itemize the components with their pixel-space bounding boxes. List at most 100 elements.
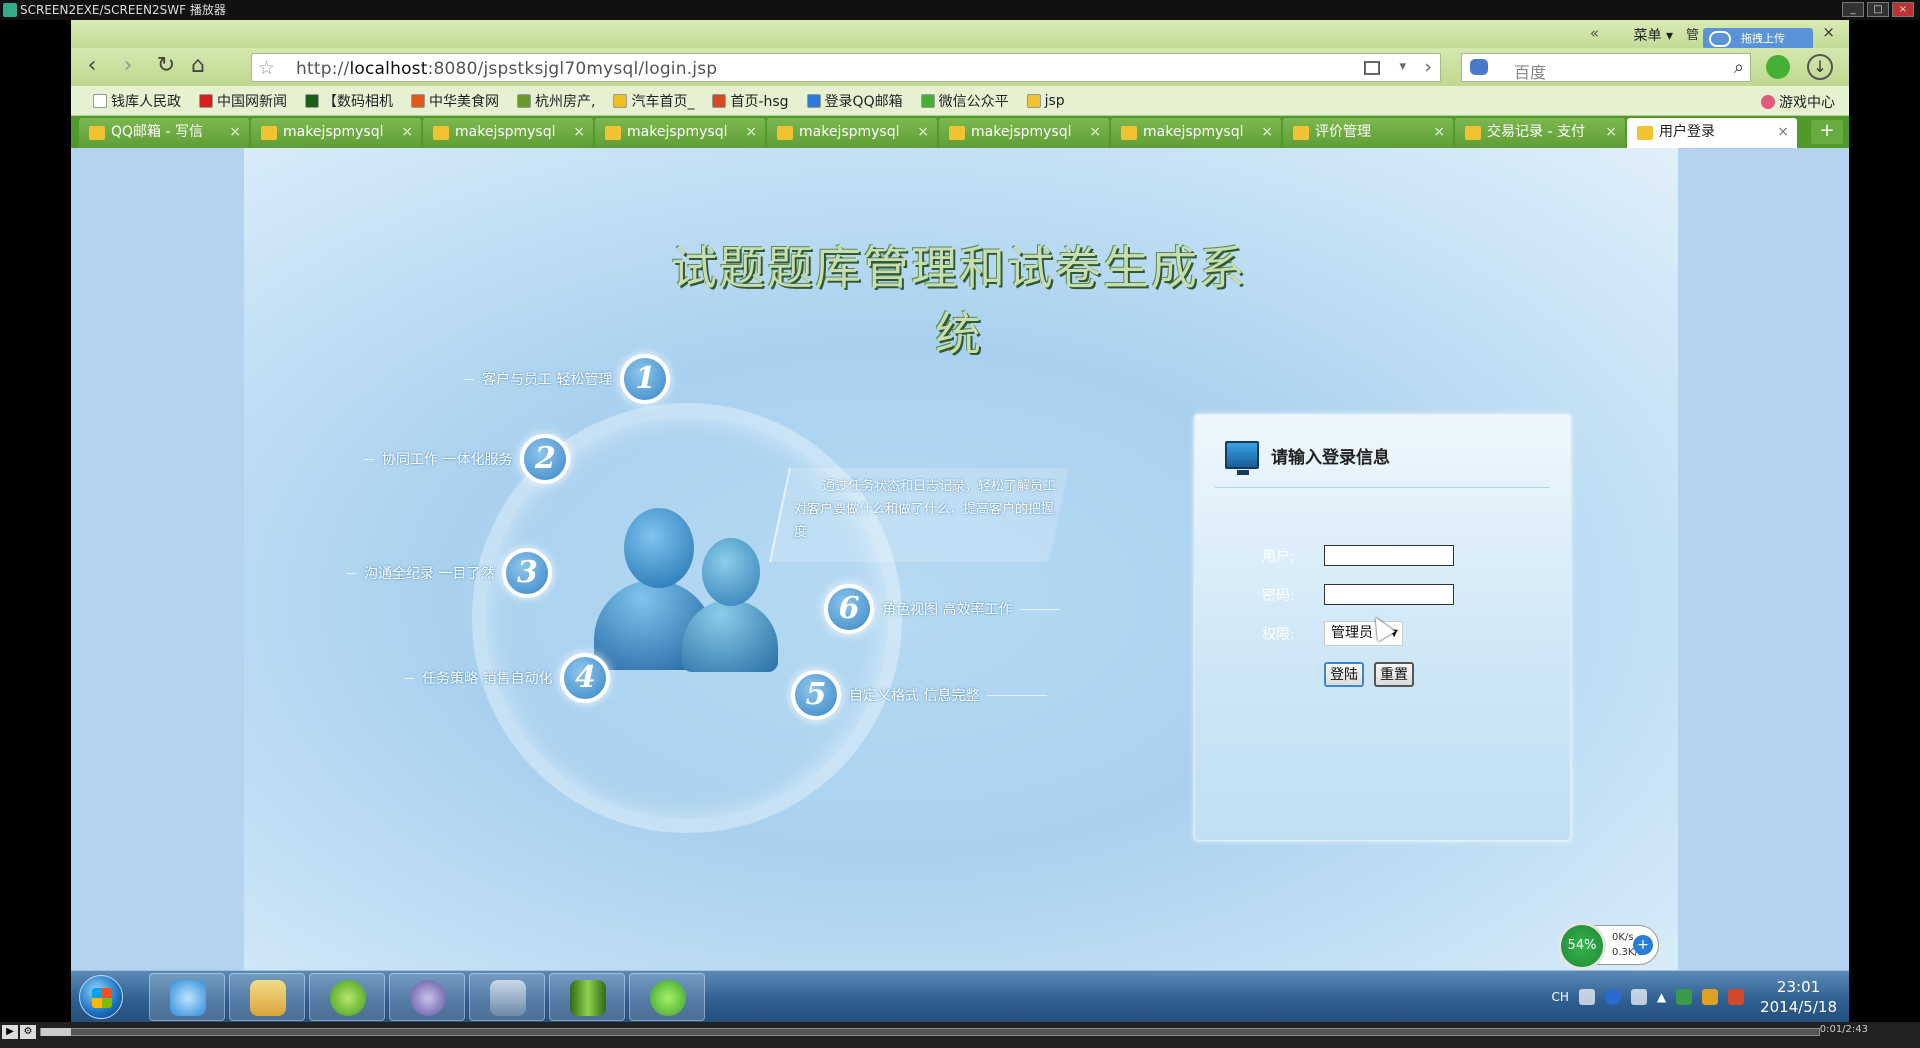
play-icon[interactable]: ▶	[2, 1025, 18, 1039]
taskbar-app[interactable]	[629, 973, 705, 1021]
forward-arrow-icon[interactable]: ›	[115, 55, 141, 79]
login-button[interactable]: 登陆	[1324, 662, 1364, 687]
browser-tab[interactable]: makejspmysql ×	[595, 118, 765, 148]
bookmark-item[interactable]: 中华美食网	[411, 91, 509, 111]
bookmark-item[interactable]: 登录QQ邮箱	[806, 91, 913, 111]
bookmark-games-center[interactable]: 游戏中心	[1761, 92, 1835, 112]
browser-tab[interactable]: makejspmysql ×	[1111, 118, 1281, 148]
tab-close-icon[interactable]: ×	[401, 118, 413, 147]
tray-expand-icon[interactable]: ▲	[1657, 990, 1666, 1004]
tab-close-icon[interactable]: ×	[745, 118, 757, 147]
url-prefix: http://	[296, 59, 350, 79]
tab-favicon-icon	[261, 126, 277, 140]
login-page: 试题题库管理和试卷生成系统 客户与员工 轻松管理 1 协同工作 一体化服务 2	[244, 148, 1678, 970]
upload-rate: 0K/s	[1612, 932, 1634, 943]
password-input[interactable]	[1324, 584, 1454, 605]
browser-tab[interactable]: 评价管理 ×	[1283, 118, 1453, 148]
browser-tab[interactable]: makejspmysql ×	[251, 118, 421, 148]
settings-icon[interactable]: ⚙	[20, 1025, 36, 1039]
tab-favicon-icon	[777, 126, 793, 140]
taskbar-explorer[interactable]	[229, 973, 305, 1021]
qr-code-icon[interactable]	[1364, 61, 1380, 75]
network-speed-widget[interactable]: 54% 0K/s 0.3K/s +	[1558, 922, 1659, 970]
bookmark-item[interactable]: 【数码相机	[305, 91, 403, 111]
browser-tab[interactable]: makejspmysql ×	[939, 118, 1109, 148]
browser-tab[interactable]: 交易记录 - 支付 ×	[1455, 118, 1625, 148]
help-icon[interactable]	[1604, 989, 1621, 1005]
browser-tab[interactable]: 用户登录 ×	[1627, 118, 1797, 148]
close-upload-icon[interactable]: ×	[1822, 23, 1835, 41]
go-arrow-icon[interactable]: ›	[1424, 56, 1432, 78]
reset-button[interactable]: 重置	[1374, 662, 1414, 687]
taskbar-bamboo[interactable]	[549, 973, 625, 1021]
search-icon[interactable]: ⌕	[1734, 57, 1744, 78]
minimize-button[interactable]: _	[1842, 2, 1864, 17]
tab-close-icon[interactable]: ×	[1777, 118, 1789, 147]
taskbar-server[interactable]	[469, 973, 545, 1021]
accelerate-icon[interactable]: +	[1633, 935, 1653, 955]
language-indicator[interactable]: CH	[1551, 990, 1568, 1004]
bookmark-item[interactable]: 杭州房产,	[517, 91, 605, 111]
bookmark-item[interactable]: 首页-hsg	[712, 91, 798, 111]
tab-close-icon[interactable]: ×	[229, 118, 241, 147]
taskbar-browser[interactable]	[149, 973, 225, 1021]
tab-close-icon[interactable]: ×	[1261, 118, 1273, 147]
letterbox-right	[1849, 20, 1920, 1020]
bookmark-item[interactable]: jsp	[1026, 93, 1075, 109]
keyboard-icon[interactable]	[1578, 989, 1595, 1005]
start-button[interactable]	[79, 975, 123, 1019]
wechat-icon[interactable]	[1766, 55, 1790, 79]
back-arrow-icon[interactable]: ‹	[79, 55, 105, 79]
close-button[interactable]: ×	[1892, 2, 1914, 17]
tab-close-icon[interactable]: ×	[573, 118, 585, 147]
feature-4: 任务策略 销售自动化 4	[404, 653, 611, 703]
download-icon[interactable]: ↓	[1807, 54, 1833, 80]
player-controls: ▶ ⚙ 0:01/2:43	[0, 1022, 1920, 1048]
network-icon[interactable]	[1630, 989, 1647, 1005]
tab-close-icon[interactable]: ×	[1089, 118, 1101, 147]
bookmark-favicon-icon	[1026, 93, 1041, 108]
url-host: localhost	[349, 59, 428, 79]
address-bar[interactable]: ☆ http://localhost:8080/jspstksjgl70mysq…	[251, 53, 1441, 82]
tab-favicon-icon	[433, 126, 449, 140]
bookmark-item[interactable]: 微信公众平	[920, 91, 1019, 111]
home-icon[interactable]: ⌂	[185, 55, 211, 79]
role-label: 权限:	[1262, 626, 1295, 643]
progress-thumb[interactable]	[41, 1028, 71, 1036]
taskbar: CH ▲ 23:01 2014/5/18	[71, 970, 1849, 1022]
tab-label: 评价管理	[1315, 124, 1371, 140]
menu-button[interactable]: 菜单 ▾	[1634, 25, 1673, 45]
tab-label: makejspmysql	[799, 124, 900, 140]
callout-text: 通过任务状态和日志记录，轻松了解员工对客户要做什么和做了什么，提高客户的把握度	[794, 479, 1057, 540]
collapse-icon[interactable]: «	[1590, 24, 1599, 42]
search-box[interactable]: 百度 ⌕	[1461, 53, 1751, 82]
tray-app-icon[interactable]	[1702, 989, 1719, 1005]
bookmark-item[interactable]: 汽车首页_	[613, 91, 704, 111]
username-input[interactable]	[1324, 545, 1454, 566]
upload-button[interactable]: 拖拽上传	[1703, 28, 1813, 50]
tab-close-icon[interactable]: ×	[1605, 118, 1617, 147]
browser-tab[interactable]: makejspmysql ×	[423, 118, 593, 148]
clock[interactable]: 23:01 2014/5/18	[1760, 977, 1837, 1017]
url-dropdown-icon[interactable]: ▾	[1399, 59, 1406, 74]
security-icon[interactable]	[1676, 989, 1693, 1005]
volume-icon[interactable]	[1728, 989, 1745, 1005]
taskbar-player[interactable]	[309, 973, 385, 1021]
maximize-button[interactable]: □	[1867, 2, 1889, 17]
bookmark-item[interactable]: 中国网新闻	[199, 91, 297, 111]
progress-bar[interactable]	[40, 1028, 1820, 1036]
reload-icon[interactable]: ↻	[153, 55, 179, 79]
bookmark-star-icon[interactable]: ☆	[258, 57, 275, 79]
extra-menu-icon[interactable]: 管	[1686, 24, 1699, 43]
browser-tab[interactable]: QQ邮箱 - 写信 ×	[79, 118, 249, 148]
tab-close-icon[interactable]: ×	[1433, 118, 1445, 147]
browser-tab[interactable]: makejspmysql ×	[767, 118, 937, 148]
feature-4-number: 4	[560, 653, 611, 703]
bookmark-label: 【数码相机	[323, 93, 393, 110]
taskbar-eclipse[interactable]	[389, 973, 465, 1021]
new-tab-button[interactable]: +	[1811, 120, 1843, 144]
bookmark-item[interactable]: 钱库人民政	[93, 91, 191, 111]
app-icon	[650, 980, 686, 1016]
tab-close-icon[interactable]: ×	[917, 118, 929, 147]
monitor-icon	[1225, 441, 1259, 475]
